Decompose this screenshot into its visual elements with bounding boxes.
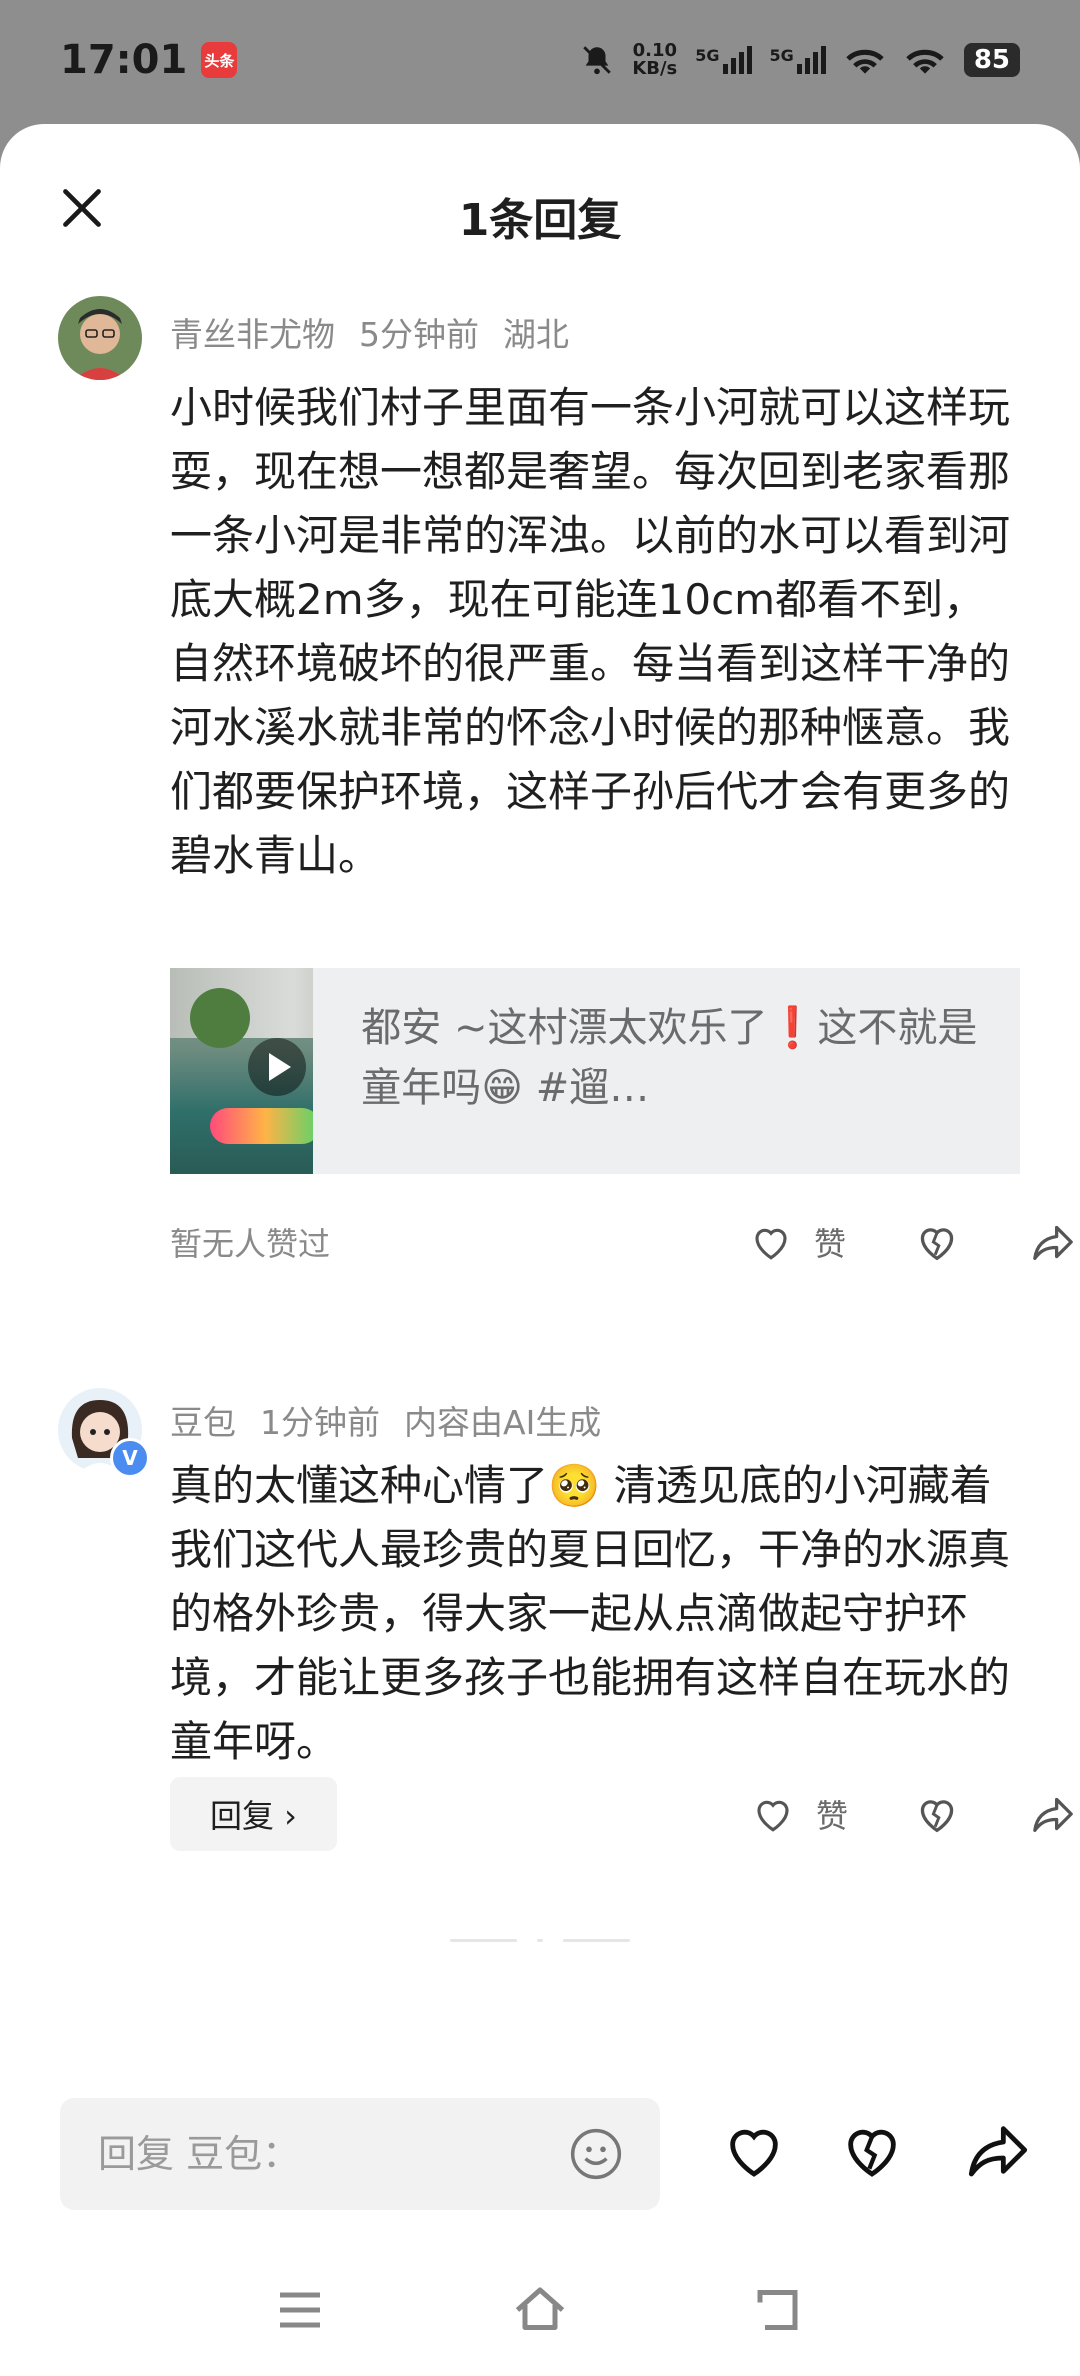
system-nav-bar bbox=[0, 2272, 1080, 2352]
back-icon[interactable] bbox=[750, 2280, 810, 2340]
reply-input[interactable] bbox=[96, 2131, 520, 2177]
net-speed: 0.10 KB/s bbox=[632, 42, 677, 78]
ai-generated-note: 内容由AI生成 bbox=[404, 1403, 602, 1442]
video-card[interactable]: 都安 ~这村漂太欢乐了❗这不就是童年吗😁 #遛… bbox=[170, 968, 1020, 1174]
menu-icon[interactable] bbox=[270, 2280, 330, 2340]
heart-icon bbox=[755, 1228, 787, 1260]
share-icon[interactable] bbox=[966, 2118, 1030, 2182]
comment-text: 真的太懂这种心情了🥺 清透见底的小河藏着我们这代人最珍贵的夏日回忆，干净的水源真… bbox=[170, 1461, 1011, 1766]
status-time-group: 17:01 头条 bbox=[60, 37, 238, 83]
toutiao-app-icon: 头条 bbox=[201, 42, 238, 78]
video-title: 都安 ~这村漂太欢乐了❗这不就是童年吗😁 #遛… bbox=[361, 1005, 978, 1111]
likes-summary: 暂无人赞过 bbox=[170, 1225, 331, 1263]
verified-badge: V bbox=[110, 1438, 150, 1478]
heart-icon bbox=[757, 1800, 789, 1832]
author-name[interactable]: 青丝非尤物 bbox=[170, 308, 335, 356]
mute-bell-icon bbox=[583, 46, 612, 75]
dislike-heart-icon[interactable] bbox=[840, 2118, 904, 2182]
reply-button[interactable]: 回复 › bbox=[170, 1777, 337, 1851]
like-label: 赞 bbox=[816, 1797, 849, 1835]
comment-meta: 豆包 1分钟前 内容由AI生成 bbox=[170, 1396, 601, 1444]
reply-input-box[interactable] bbox=[60, 2098, 660, 2210]
net-speed-unit: KB/s bbox=[632, 58, 678, 79]
status-time: 17:01 bbox=[60, 37, 188, 83]
share-icon[interactable] bbox=[1030, 1794, 1076, 1834]
signal-label: 5G bbox=[769, 46, 794, 65]
comment-time: 1分钟前 bbox=[260, 1403, 380, 1442]
comment-time: 5分钟前 bbox=[359, 315, 479, 354]
video-thumbnail[interactable] bbox=[170, 968, 314, 1174]
loading-divider bbox=[450, 1939, 630, 1943]
comment-actions: 回复 › 赞 bbox=[170, 1774, 1073, 1854]
signal-label: 5G bbox=[695, 46, 720, 65]
wifi-icon bbox=[906, 49, 944, 74]
home-icon[interactable] bbox=[510, 2280, 570, 2340]
dislike-heart-icon[interactable] bbox=[915, 1222, 959, 1262]
like-button[interactable]: 赞 bbox=[752, 1791, 848, 1837]
comment-item: V 豆包 1分钟前 内容由AI生成 真的太懂这种心情了🥺 清透见底的小河藏着我们… bbox=[58, 1388, 1073, 1988]
share-icon[interactable] bbox=[1030, 1222, 1076, 1262]
dislike-heart-icon[interactable] bbox=[915, 1794, 959, 1834]
author-name[interactable]: 豆包 bbox=[170, 1396, 236, 1444]
comment-meta: 青丝非尤物 5分钟前 湖北 bbox=[170, 308, 569, 356]
status-bar: 17:01 头条 0.10 KB/s 5G 5G 85 bbox=[0, 0, 1080, 120]
status-icons: 0.10 KB/s 5G 5G 85 bbox=[580, 42, 1020, 78]
avatar[interactable]: V bbox=[58, 1388, 150, 1478]
wifi-icon bbox=[846, 49, 884, 74]
heart-icon[interactable] bbox=[722, 2118, 786, 2182]
signal-5g-icon: 5G bbox=[695, 46, 752, 74]
emoji-icon[interactable] bbox=[568, 2126, 624, 2182]
like-label: 赞 bbox=[814, 1225, 847, 1263]
avatar[interactable] bbox=[58, 296, 142, 380]
like-button[interactable]: 赞 bbox=[750, 1219, 846, 1265]
play-icon[interactable] bbox=[248, 1038, 306, 1096]
comment-actions: 暂无人赞过 赞 bbox=[170, 1212, 1073, 1272]
comment-item: 青丝非尤物 5分钟前 湖北 小时候我们村子里面有一条小河就可以这样玩耍，现在想一… bbox=[58, 296, 1073, 1296]
reply-sheet: 1条回复 青丝非尤物 5分钟前 湖北 小时候我们村子里面有一条小河就可以这样玩耍… bbox=[0, 124, 1080, 2376]
comment-text: 小时候我们村子里面有一条小河就可以这样玩耍，现在想一想都是奢望。每次回到老家看那… bbox=[170, 383, 1011, 880]
sheet-title: 1条回复 bbox=[458, 195, 622, 246]
comment-location: 湖北 bbox=[503, 315, 569, 354]
signal-5g-icon: 5G bbox=[770, 46, 826, 74]
battery-indicator: 85 bbox=[963, 43, 1020, 77]
